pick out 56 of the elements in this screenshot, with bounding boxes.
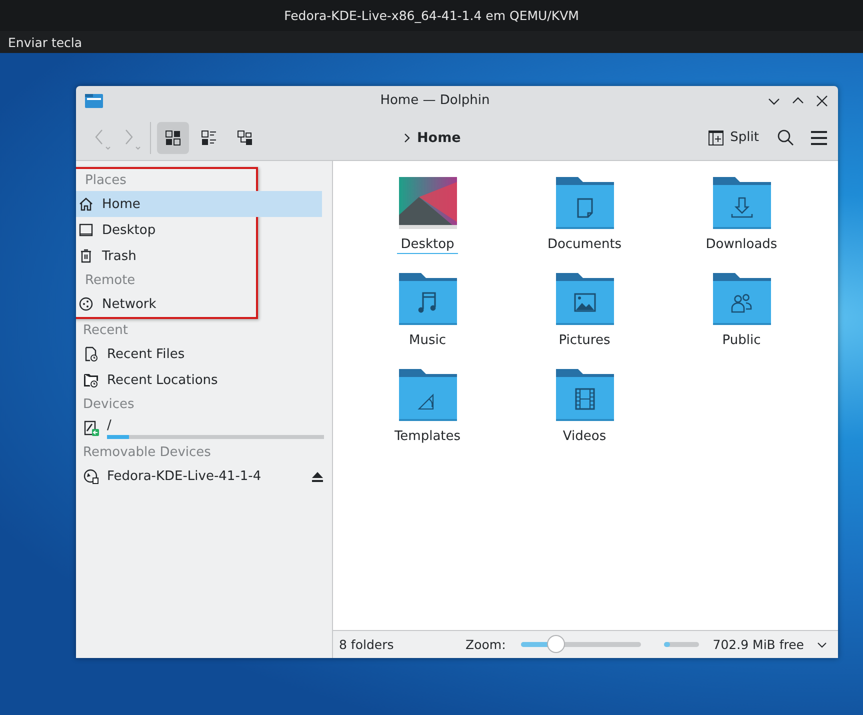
section-heading: Devices (83, 396, 134, 412)
eject-icon[interactable] (311, 470, 324, 482)
folder-image-icon[interactable] (556, 273, 614, 325)
free-space-text: 702.9 MiB free (712, 637, 804, 652)
disc-icon (83, 468, 99, 484)
sidebar-item[interactable]: Network (76, 291, 322, 317)
menu-item[interactable]: Enviar tecla (8, 34, 82, 50)
file-name[interactable]: Downloads (702, 235, 782, 253)
file-name[interactable]: Desktop (396, 235, 458, 254)
search-icon[interactable] (777, 129, 794, 146)
window-title: Home — Dolphin (379, 93, 491, 108)
section-heading: Recent (83, 322, 128, 338)
sidebar-item[interactable]: Fedora-KDE-Live-41-1-4 (76, 463, 332, 489)
sidebar-item[interactable]: Recent Files (76, 341, 332, 367)
file-name[interactable]: Documents (543, 235, 626, 253)
breadcrumb-item[interactable]: Home (417, 130, 461, 146)
drive-icon (83, 420, 99, 436)
sidebar-item[interactable]: / (76, 415, 332, 441)
icon-view-icon (165, 130, 181, 146)
split-button[interactable]: Split (704, 122, 763, 152)
trash-icon (78, 248, 94, 264)
sidebar-item[interactable]: Home (76, 191, 322, 217)
network-icon (78, 296, 94, 312)
clock-file-icon (83, 346, 99, 362)
file-name[interactable]: Templates (390, 427, 465, 445)
status-text: 8 folders (339, 637, 395, 652)
file-name[interactable]: Public (718, 331, 765, 349)
tree-view-icon (237, 130, 253, 146)
menu-icon[interactable] (810, 128, 828, 146)
section-heading: Removable Devices (83, 444, 211, 460)
sidebar-item[interactable]: Trash (76, 243, 322, 269)
folder-ruler-icon[interactable] (398, 369, 456, 421)
section-heading: Places (85, 172, 126, 188)
home-icon (78, 196, 94, 212)
slider-handle[interactable] (546, 635, 565, 653)
folder-document-icon[interactable] (556, 177, 614, 229)
zoom-label: Zoom: (466, 637, 506, 652)
chevron-right-icon (403, 132, 411, 144)
folder-download-icon[interactable] (712, 177, 770, 229)
close-icon[interactable] (814, 92, 830, 108)
file-name[interactable]: Music (405, 331, 450, 349)
split-icon (708, 130, 724, 146)
clock-folder-icon (83, 372, 99, 388)
sidebar-item[interactable]: Desktop (76, 217, 322, 243)
folder-music-icon[interactable] (398, 273, 456, 325)
vm-window-title: Fedora-KDE-Live-x86_64-41-1.4 em QEMU/KVM (284, 8, 579, 23)
desktop-thumbnail (398, 177, 456, 229)
section-heading: Remote (85, 272, 136, 288)
monitor-icon (78, 222, 94, 238)
view-mode-button[interactable] (157, 122, 189, 154)
details-view-icon (201, 130, 217, 146)
sidebar-item[interactable]: Recent Locations (76, 367, 332, 393)
folder-people-icon[interactable] (712, 273, 770, 325)
file-name[interactable]: Pictures (554, 331, 614, 349)
file-name[interactable]: Videos (558, 427, 610, 445)
folder-film-icon[interactable] (556, 369, 614, 421)
